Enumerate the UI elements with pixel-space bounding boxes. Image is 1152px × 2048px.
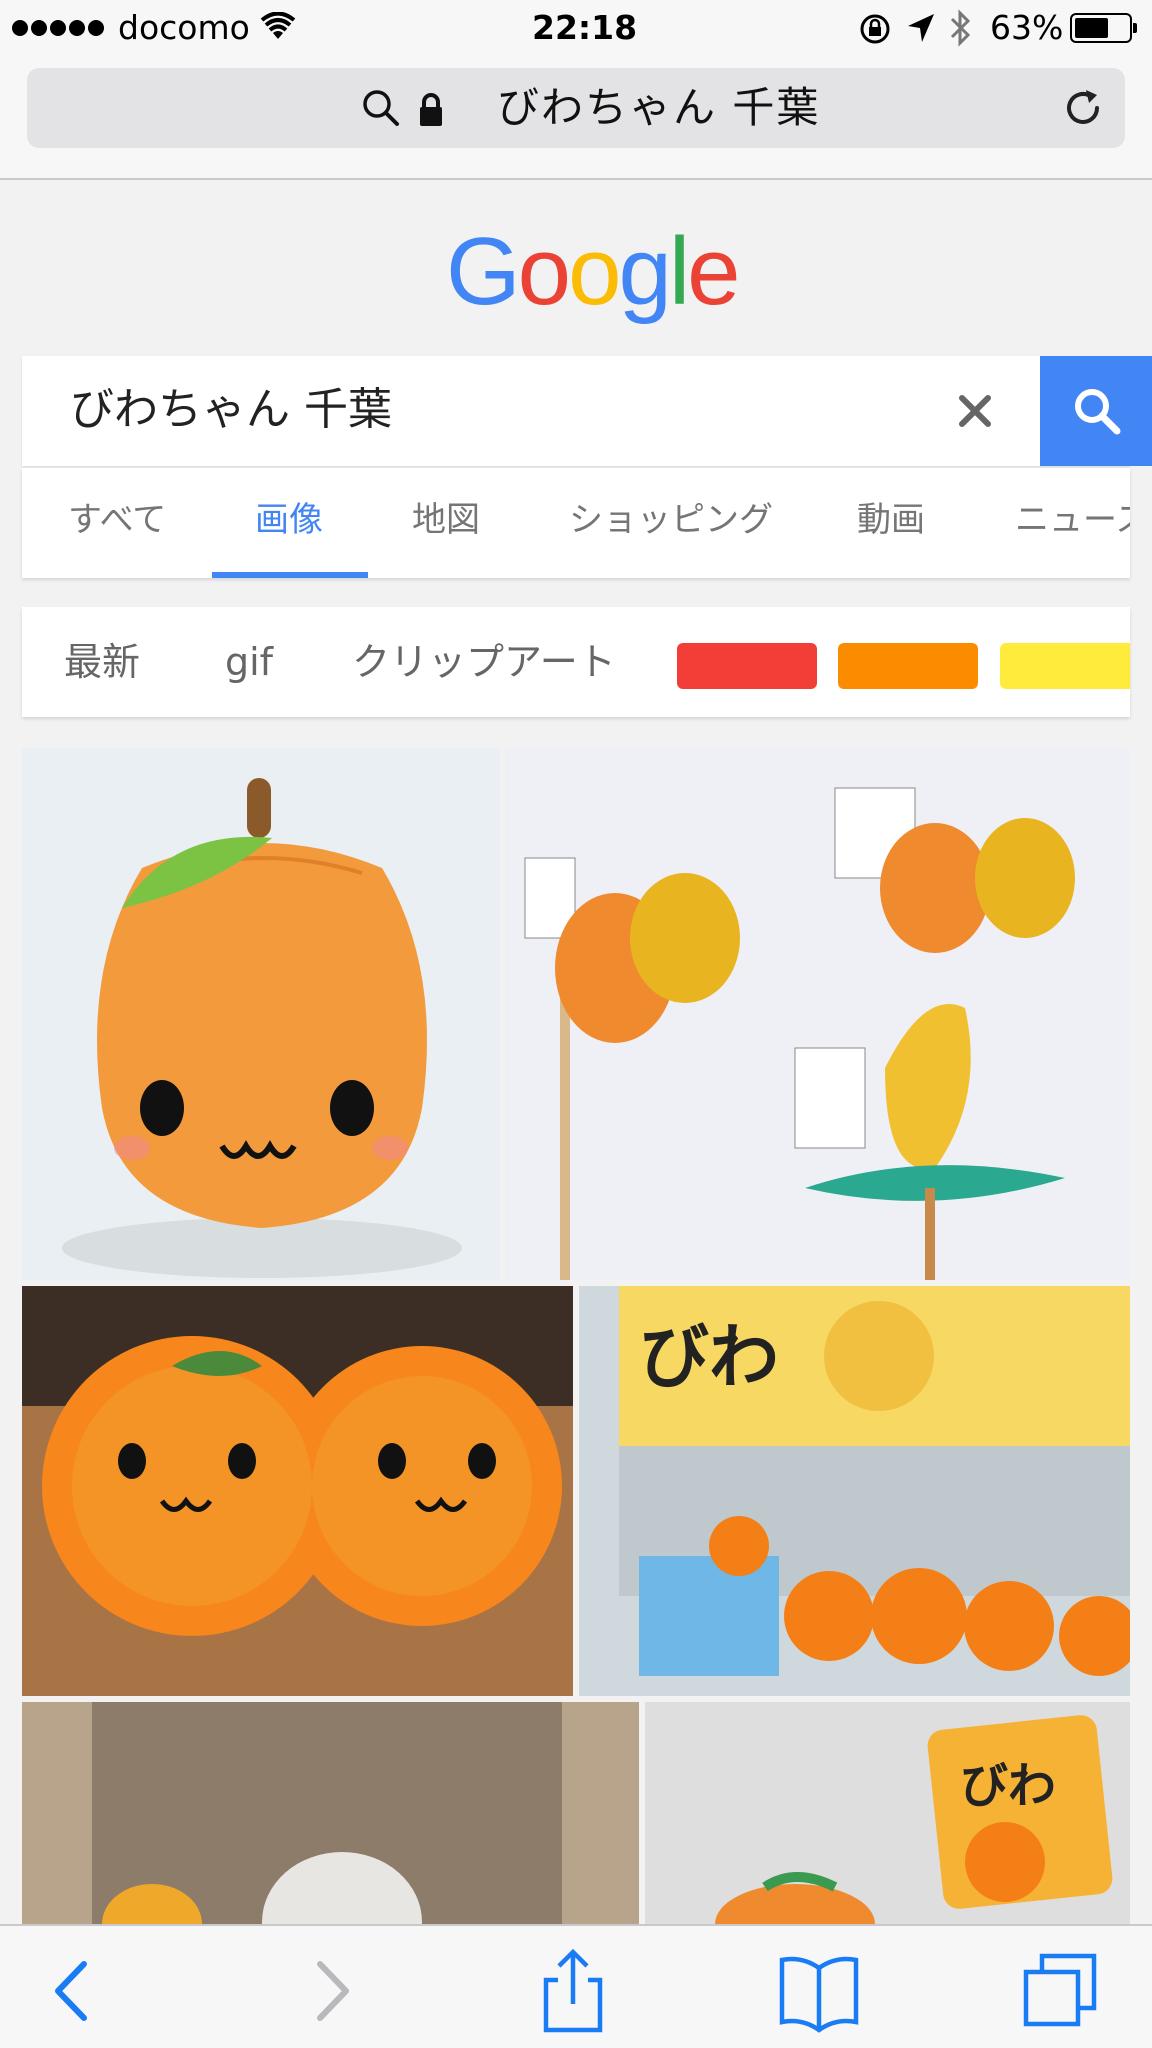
search-icon xyxy=(363,90,399,126)
logo-letter: o xyxy=(568,218,621,325)
filter-color-orange[interactable] xyxy=(838,643,978,689)
search-input[interactable]: びわちゃん 千葉 xyxy=(70,380,850,440)
logo-letter: l xyxy=(668,218,690,325)
search-button[interactable] xyxy=(1040,356,1152,466)
biwa-chan-shop-display-image: びわ xyxy=(579,1286,1130,1696)
tab-news[interactable]: ニュース xyxy=(1015,498,1130,542)
svg-text:びわ: びわ xyxy=(639,1316,779,1398)
browser-toolbar xyxy=(0,1924,1152,2048)
carrier-name: docomo xyxy=(118,8,250,47)
bluetooth-icon xyxy=(950,9,971,47)
share-icon[interactable] xyxy=(528,1946,618,2036)
filter-color-red[interactable] xyxy=(677,643,817,689)
back-icon[interactable] xyxy=(28,1946,118,2036)
browser-address-area: びわちゃん 千葉 xyxy=(0,58,1152,180)
mascot-keychains-image xyxy=(505,748,1130,1280)
bookmarks-icon[interactable] xyxy=(774,1946,864,2036)
image-filters: 最新 gif クリップアート xyxy=(22,607,1130,717)
reload-icon[interactable] xyxy=(1061,86,1105,130)
clock: 22:18 xyxy=(532,8,638,47)
wifi-icon xyxy=(260,12,296,39)
battery-icon xyxy=(1070,13,1137,43)
search-tabs: すべて 画像 地図 ショッピング 動画 ニュース xyxy=(22,468,1130,578)
battery-percent: 63% xyxy=(990,8,1064,47)
orange-plush-mascot-image xyxy=(22,748,500,1280)
address-url-text: びわちゃん 千葉 xyxy=(497,83,821,132)
svg-text:びわ: びわ xyxy=(960,1758,1056,1814)
image-result[interactable] xyxy=(22,1286,573,1696)
filter-gif[interactable]: gif xyxy=(225,639,273,685)
rotation-lock-icon xyxy=(860,14,890,44)
filter-color-yellow[interactable] xyxy=(1000,643,1130,689)
image-result[interactable] xyxy=(22,748,500,1280)
clear-icon[interactable] xyxy=(942,378,1008,444)
image-result[interactable] xyxy=(22,1702,639,1924)
logo-letter: e xyxy=(687,218,740,325)
tab-videos[interactable]: 動画 xyxy=(857,498,925,542)
tab-images[interactable]: 画像 xyxy=(255,498,323,542)
plush-in-hallway-image xyxy=(22,1702,639,1924)
tabs-icon[interactable] xyxy=(1020,1946,1110,2036)
image-result[interactable]: びわ xyxy=(579,1286,1130,1696)
tab-all[interactable]: すべて xyxy=(68,498,166,542)
status-bar: docomo 22:18 63% xyxy=(0,0,1152,58)
signal-strength-icon xyxy=(12,20,104,36)
logo-letter: o xyxy=(517,218,571,325)
forward-icon[interactable] xyxy=(284,1946,374,2036)
image-result[interactable] xyxy=(505,748,1130,1280)
tab-shopping[interactable]: ショッピング xyxy=(569,498,773,542)
filter-recent[interactable]: 最新 xyxy=(64,639,140,685)
image-result[interactable]: びわ xyxy=(645,1702,1130,1924)
filter-clipart[interactable]: クリップアート xyxy=(352,639,616,685)
active-tab-indicator xyxy=(212,572,368,578)
address-bar[interactable]: びわちゃん 千葉 xyxy=(27,68,1125,148)
orange-mop-slippers-image xyxy=(22,1286,573,1696)
location-icon xyxy=(908,14,934,42)
logo-letter: G xyxy=(446,218,521,325)
tab-maps[interactable]: 地図 xyxy=(412,498,480,542)
biwa-chan-strap-package-image: びわ xyxy=(645,1702,1130,1924)
logo-letter: g xyxy=(618,218,671,325)
google-logo[interactable]: Google xyxy=(446,222,741,322)
lock-icon xyxy=(420,93,442,126)
search-icon xyxy=(1075,389,1121,435)
search-box: びわちゃん 千葉 xyxy=(22,356,1152,466)
